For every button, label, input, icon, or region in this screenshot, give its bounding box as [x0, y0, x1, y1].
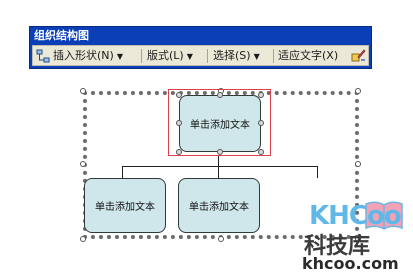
select-label: 选择(S)	[213, 49, 251, 62]
frame-handle-w[interactable]	[80, 161, 86, 167]
toolbar-separator	[273, 49, 274, 63]
fit-text-button[interactable]: 适应文字(X)	[278, 48, 338, 64]
connector-right-drop	[317, 166, 318, 178]
watermark-url: khcoo.com	[302, 254, 399, 273]
org-node-left[interactable]: 单击添加文本	[84, 178, 166, 233]
insert-shape-icon[interactable]	[36, 48, 50, 63]
node-handle-sw[interactable]	[176, 149, 182, 155]
frame-handle-ne[interactable]	[355, 88, 361, 94]
connector-horizontal	[122, 166, 318, 167]
node-handle-nw[interactable]	[176, 92, 182, 98]
fit-text-label: 适应文字(X)	[278, 49, 339, 62]
toolbar-title: 组织结构图	[34, 29, 89, 42]
layout-button[interactable]: 版式(L) ▼	[147, 48, 193, 64]
frame-handle-sw[interactable]	[80, 236, 86, 242]
org-node-right[interactable]: 单击添加文本	[178, 178, 260, 233]
frame-handle-s[interactable]	[218, 236, 224, 242]
connector-left-drop	[122, 166, 123, 178]
chevron-down-icon: ▼	[253, 52, 260, 61]
org-node-top[interactable]: 单击添加文本	[179, 95, 261, 152]
insert-shape-button[interactable]: 插入形状(N) ▼	[53, 48, 123, 64]
frame-handle-nw[interactable]	[80, 88, 86, 94]
node-handle-ne[interactable]	[258, 92, 264, 98]
chevron-down-icon: ▼	[186, 52, 193, 61]
node-handle-s[interactable]	[217, 149, 223, 155]
select-button[interactable]: 选择(S) ▼	[213, 48, 260, 64]
node-handle-e[interactable]	[258, 120, 264, 126]
layout-label: 版式(L)	[147, 49, 184, 62]
node-handle-n[interactable]	[217, 92, 223, 98]
autoformat-icon[interactable]	[351, 48, 366, 63]
frame-handle-e[interactable]	[355, 161, 361, 167]
chevron-down-icon: ▼	[116, 52, 123, 61]
watermark-logo: KHCoo	[309, 201, 402, 231]
org-node-right-label: 单击添加文本	[189, 202, 249, 213]
node-handle-se[interactable]	[258, 149, 264, 155]
watermark: KHCoo 科技库 khcoo.com	[300, 198, 410, 274]
toolbar-separator	[207, 49, 208, 63]
toolbar-body: 插入形状(N) ▼ 版式(L) ▼ 选择(S) ▼ 适应文字(X)	[32, 45, 369, 66]
org-chart-toolbar: 组织结构图 插入形状(N) ▼ 版式(L) ▼ 选择(S) ▼ 适应文字(X)	[29, 26, 372, 69]
insert-shape-label: 插入形状(N)	[53, 49, 114, 62]
org-node-top-label: 单击添加文本	[190, 120, 250, 131]
toolbar-separator	[141, 49, 142, 63]
connector-vertical	[218, 156, 219, 178]
node-handle-w[interactable]	[176, 120, 182, 126]
org-node-left-label: 单击添加文本	[95, 202, 155, 213]
